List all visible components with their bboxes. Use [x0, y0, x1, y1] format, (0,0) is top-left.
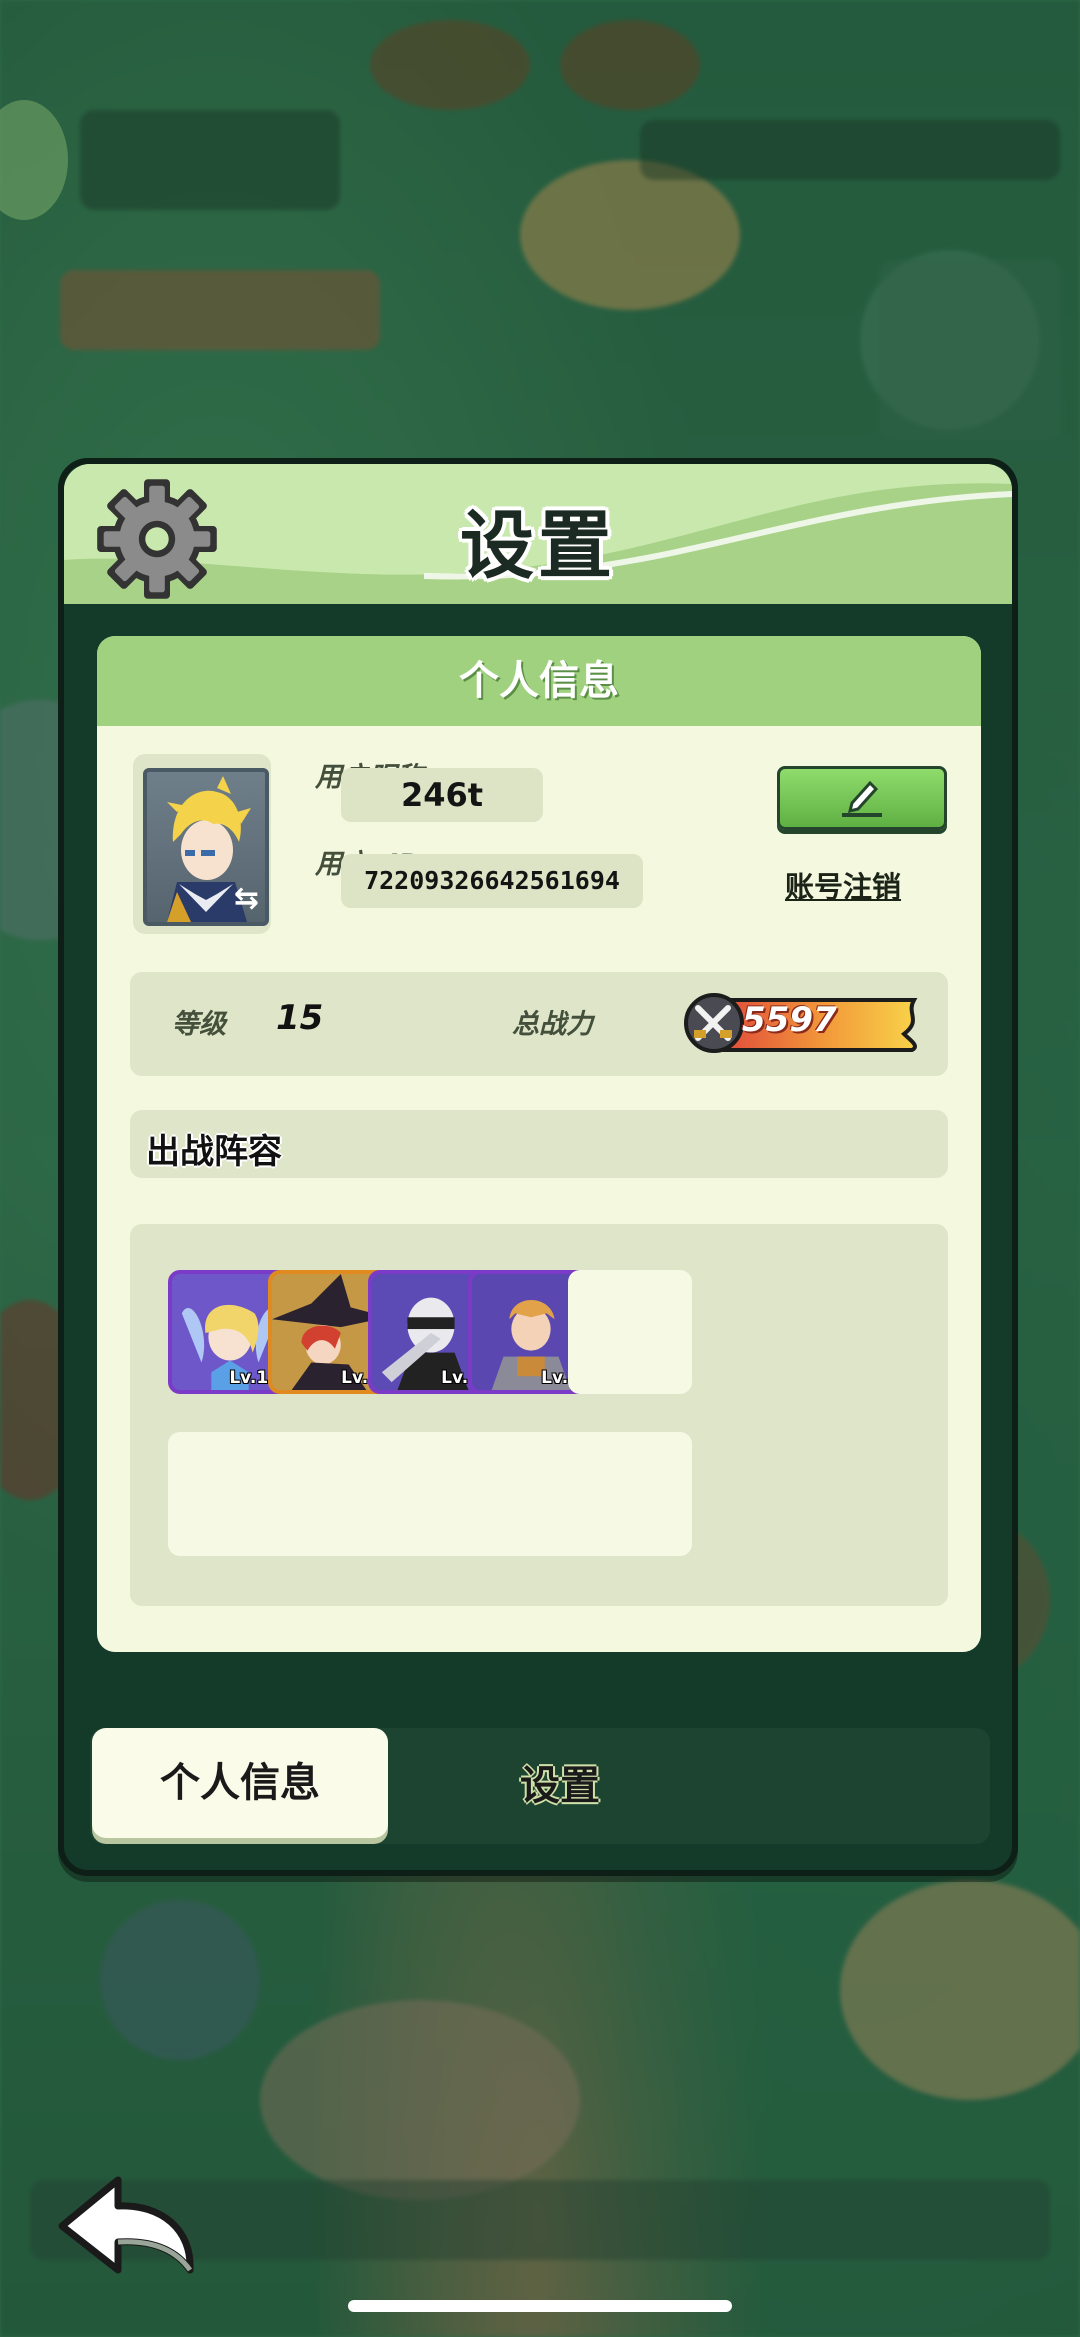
empty-slot[interactable]	[568, 1432, 692, 1556]
lineup-title: 出战阵容	[146, 1132, 282, 1172]
pencil-icon	[842, 780, 882, 817]
home-indicator	[348, 2300, 732, 2312]
level-value: 15	[276, 998, 324, 1038]
avatar[interactable]: ⇆	[143, 768, 269, 926]
profile-card-header: 个人信息	[97, 636, 981, 726]
page-title: 设置	[460, 503, 616, 589]
level-label: 等级	[172, 1009, 226, 1040]
swap-icon: ⇆	[233, 881, 259, 916]
power-label: 总战力	[512, 1009, 593, 1040]
cancel-account-link[interactable]: 账号注销	[785, 864, 901, 906]
back-button[interactable]	[52, 2170, 202, 2280]
empty-slot[interactable]	[568, 1270, 692, 1394]
user-id-field: 72209326642561694	[341, 854, 643, 908]
stats-row: 等级 15 总战力 5597	[130, 972, 948, 1076]
avatar-container[interactable]: ⇆	[133, 754, 271, 934]
tab-settings[interactable]: 设置	[440, 1728, 680, 1844]
profile-card: 个人信息 ⇆ 用户昵称 246t 用户 ID 72209326642561694…	[97, 636, 981, 1652]
edit-nickname-button[interactable]	[777, 766, 947, 830]
tab-profile[interactable]: 个人信息	[92, 1728, 388, 1838]
lineup-grid: Lv.10 Lv.1 Lv.6 Lv.4	[130, 1224, 948, 1606]
power-value: 5597	[742, 1000, 837, 1040]
lineup-header: 出战阵容	[130, 1110, 948, 1178]
modal-header: 设置	[64, 464, 1012, 604]
